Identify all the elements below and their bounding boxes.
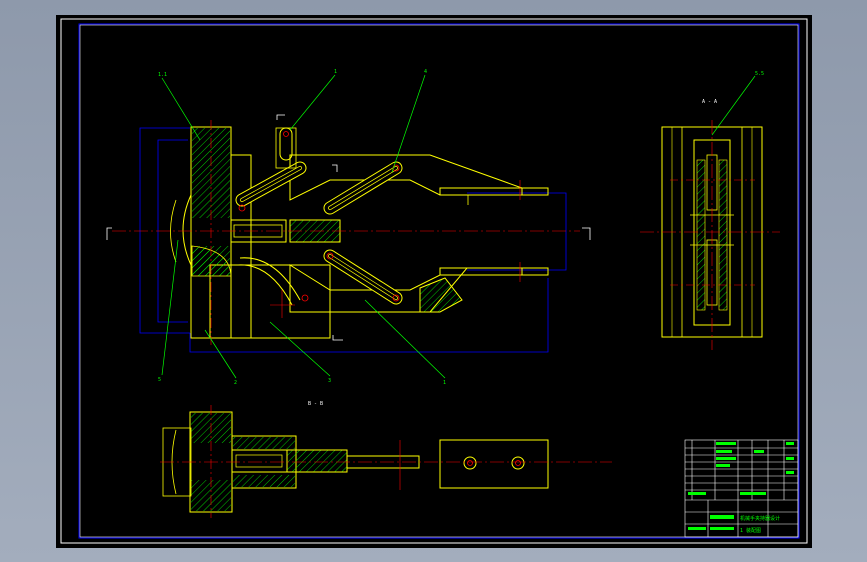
balloon-label: 1 — [443, 380, 446, 386]
balloon-label: 1.1 — [158, 72, 167, 78]
balloon-label: 1 — [334, 69, 337, 75]
balloon-label: 5.5 — [755, 71, 764, 77]
title-block-project: 机械手夹持器设计 — [740, 515, 780, 522]
balloon-label: 2 — [234, 380, 237, 386]
cad-viewport[interactable]: 1.1 1 4 5 2 3 1 A - A 5.5 B - B 机械手夹持器设计… — [0, 0, 867, 562]
title-block-sheet: 1 装配图 — [740, 527, 761, 534]
side-core-hatch-r — [718, 159, 728, 311]
section-aa-label: A - A — [702, 99, 717, 105]
section-bb-label: B - B — [308, 401, 323, 407]
balloon-label: 5 — [158, 377, 161, 383]
drawing-sheet: 1.1 1 4 5 2 3 1 A - A 5.5 B - B 机械手夹持器设计… — [56, 15, 812, 548]
balloon-label: 4 — [424, 69, 427, 75]
side-core-hatch-l — [696, 159, 706, 311]
balloon-label: 3 — [328, 378, 331, 384]
